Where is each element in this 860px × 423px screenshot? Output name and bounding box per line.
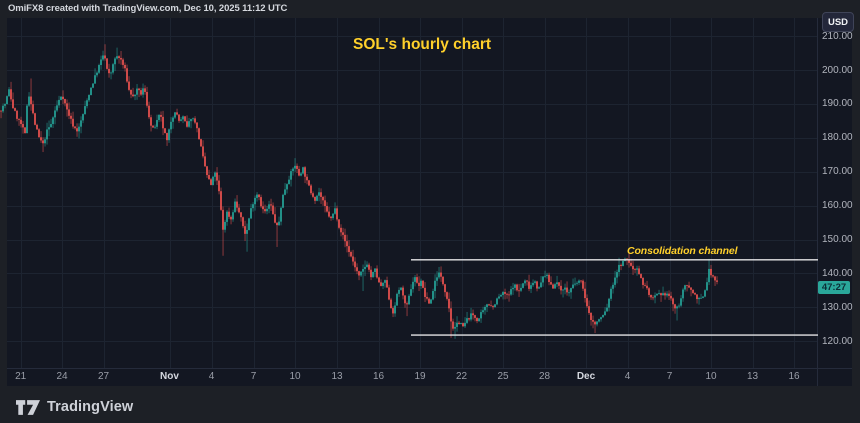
- time-tick-label: 24: [56, 371, 67, 382]
- time-tick-label: 13: [747, 371, 758, 382]
- time-tick-label: 4: [209, 371, 215, 382]
- time-tick-label: 21: [15, 371, 26, 382]
- time-axis[interactable]: 21 24 27 Nov 4 7 10 13 16 19 22 25 28 Dec 4 7 10 13 16: [0, 0, 860, 423]
- time-tick-label: 22: [456, 371, 467, 382]
- time-tick-label: 4: [625, 371, 631, 382]
- time-tick-label: 7: [667, 371, 673, 382]
- time-tick-label: 13: [331, 371, 342, 382]
- tradingview-logo-icon: [16, 400, 40, 415]
- time-tick-label: 16: [788, 371, 799, 382]
- time-tick-label: 7: [251, 371, 257, 382]
- tradingview-logo-text: TradingView: [47, 399, 133, 415]
- attribution-text: OmiFX8 created with TradingView.com, Dec…: [8, 3, 287, 14]
- time-tick-label: 16: [373, 371, 384, 382]
- time-tick-label: 19: [414, 371, 425, 382]
- currency-badge[interactable]: USD: [822, 12, 854, 32]
- time-tick-label: 27: [98, 371, 109, 382]
- chart-title: SOL's hourly chart: [353, 36, 491, 54]
- time-tick-month-label: Nov: [160, 371, 179, 382]
- consolidation-channel-label: Consolidation channel: [627, 245, 738, 257]
- time-tick-month-label: Dec: [577, 371, 595, 382]
- time-tick-label: 10: [289, 371, 300, 382]
- time-tick-label: 10: [705, 371, 716, 382]
- time-tick-label: 25: [497, 371, 508, 382]
- tradingview-logo[interactable]: TradingView: [16, 397, 133, 417]
- time-tick-label: 28: [539, 371, 550, 382]
- bar-countdown-badge: 47:27: [818, 281, 850, 294]
